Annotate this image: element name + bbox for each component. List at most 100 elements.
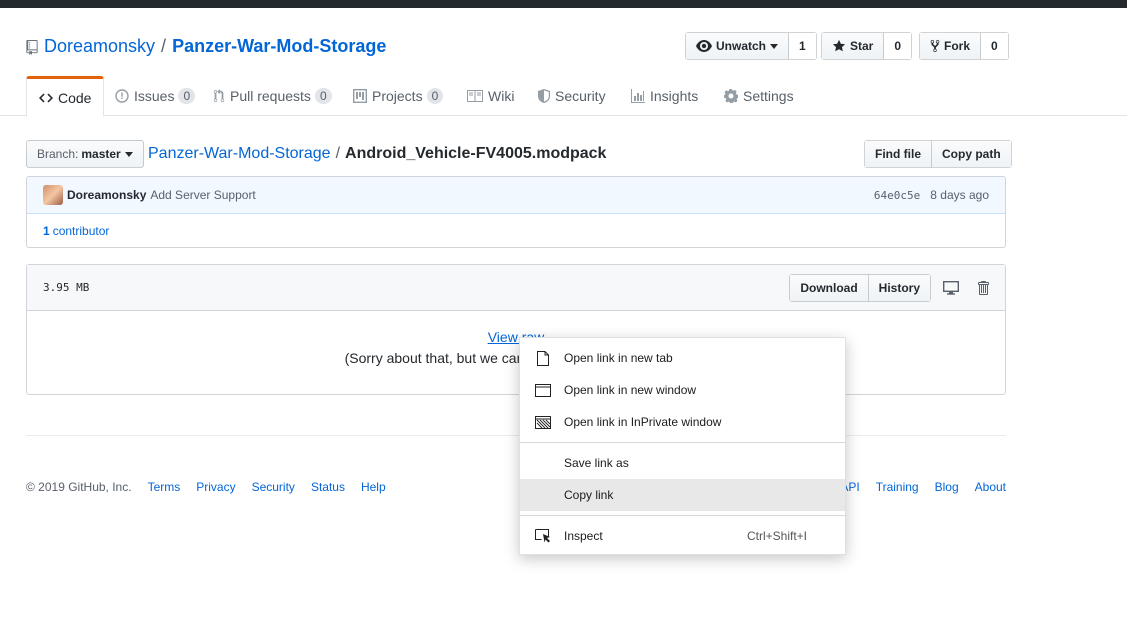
breadcrumb-repo-link[interactable]: Panzer-War-Mod-Storage: [148, 145, 331, 163]
star-icon: [832, 39, 846, 52]
tab-projects[interactable]: Projects 0: [353, 76, 444, 116]
tab-projects-label: Projects: [372, 88, 423, 104]
unwatch-label: Unwatch: [716, 39, 767, 53]
file-nav-actions: Find file Copy path: [864, 140, 1012, 168]
tab-insights[interactable]: Insights: [631, 76, 698, 116]
footer-link-about[interactable]: About: [975, 480, 1006, 494]
fork-group: Fork 0: [919, 32, 1009, 60]
menu-item-save-link-as[interactable]: Save link as: [520, 447, 845, 479]
fork-label: Fork: [944, 39, 971, 53]
menu-item-copy-link[interactable]: Copy link: [520, 479, 845, 511]
binary-file-notice: (Sorry about that, but we can't sho: [27, 350, 1005, 366]
chevron-down-icon: [124, 151, 133, 157]
trash-icon[interactable]: [977, 280, 989, 295]
star-group: Star 0: [821, 32, 913, 60]
tab-settings[interactable]: Settings: [724, 76, 794, 116]
menu-item-label: Copy link: [564, 488, 614, 502]
desktop-icon[interactable]: [943, 280, 959, 295]
commit-age: 8 days ago: [930, 188, 989, 202]
tab-code[interactable]: Code: [26, 76, 105, 117]
inprivate-window-icon: [534, 413, 552, 431]
commit-box: Doreamonsky Add Server Support 64e0c5e 8…: [26, 176, 1006, 248]
menu-item-label: Save link as: [564, 456, 629, 470]
file-box: 3.95 MB Download History View raw (Sorry…: [26, 264, 1006, 395]
tab-settings-label: Settings: [743, 88, 794, 104]
fork-button[interactable]: Fork: [920, 33, 982, 59]
footer-divider: [26, 435, 1006, 436]
branch-value: master: [81, 147, 121, 161]
menu-item-shortcut: Ctrl+Shift+I: [746, 529, 807, 543]
tab-code-label: Code: [58, 89, 92, 106]
find-file-button[interactable]: Find file: [865, 141, 932, 167]
watch-count[interactable]: 1: [789, 33, 816, 59]
star-count[interactable]: 0: [884, 33, 912, 59]
contributors-count: 1: [43, 223, 50, 238]
footer-link-blog[interactable]: Blog: [935, 480, 959, 494]
footer-copyright: © 2019 GitHub, Inc.: [26, 480, 132, 494]
issue-icon: [115, 89, 129, 103]
branch-select-button[interactable]: Branch: master: [26, 140, 144, 168]
book-icon: [467, 90, 483, 102]
footer-link-status[interactable]: Status: [311, 480, 345, 494]
graph-icon: [631, 89, 645, 103]
menu-item-open-new-window[interactable]: Open link in new window: [520, 374, 845, 406]
download-button[interactable]: Download: [790, 274, 869, 301]
shield-icon: [538, 89, 550, 103]
contributors-label: contributor: [52, 223, 110, 238]
footer-link-privacy[interactable]: Privacy: [196, 480, 235, 494]
tab-wiki[interactable]: Wiki: [467, 76, 514, 116]
view-raw-link: View raw: [27, 329, 1005, 345]
menu-item-open-inprivate[interactable]: Open link in InPrivate window: [520, 406, 845, 438]
eye-icon: [696, 40, 712, 52]
project-icon: [353, 89, 367, 103]
footer-link-terms[interactable]: Terms: [148, 480, 181, 494]
code-icon: [39, 92, 53, 104]
tab-projects-count: 0: [426, 88, 444, 104]
unwatch-button[interactable]: Unwatch: [686, 33, 790, 59]
file-header: 3.95 MB Download History: [27, 265, 1005, 311]
repo-icon: [26, 39, 38, 55]
contributors-link[interactable]: 1 contributor: [27, 214, 1005, 247]
chevron-down-icon: [770, 43, 779, 49]
repo-owner-link[interactable]: Doreamonsky: [44, 36, 155, 57]
file-size: 3.95 MB: [43, 281, 90, 294]
watch-group: Unwatch 1: [685, 32, 817, 60]
breadcrumb-separator: /: [335, 145, 341, 162]
tab-wiki-label: Wiki: [488, 88, 515, 104]
branch-label: Branch:: [37, 147, 79, 161]
copy-path-button[interactable]: Copy path: [932, 141, 1011, 167]
tab-security[interactable]: Security: [538, 76, 606, 116]
menu-item-open-new-tab[interactable]: Open link in new tab: [520, 342, 845, 374]
context-menu: Open link in new tab Open link in new wi…: [519, 337, 846, 555]
repo-name-link[interactable]: Panzer-War-Mod-Storage: [172, 36, 386, 57]
breadcrumb: Panzer-War-Mod-Storage / Android_Vehicle…: [148, 143, 606, 165]
repo-nav: Code Issues 0 Pull requests 0 Projects 0…: [0, 76, 1127, 117]
commit-sha[interactable]: 64e0c5e: [874, 189, 920, 202]
footer-link-security[interactable]: Security: [252, 480, 295, 494]
tab-pull-requests-count: 0: [314, 88, 332, 104]
tab-pull-requests-label: Pull requests: [230, 88, 311, 104]
footer-link-help[interactable]: Help: [361, 480, 386, 494]
inspect-icon: [534, 527, 552, 545]
star-button[interactable]: Star: [822, 33, 885, 59]
menu-item-label: Open link in InPrivate window: [564, 415, 722, 429]
menu-separator: [520, 442, 845, 443]
commit-message[interactable]: Add Server Support: [150, 188, 255, 202]
footer-link-training[interactable]: Training: [876, 480, 919, 494]
gear-icon: [724, 89, 738, 103]
avatar[interactable]: [43, 185, 63, 205]
commit-author[interactable]: Doreamonsky: [67, 188, 146, 202]
fork-icon: [930, 39, 940, 53]
star-label: Star: [850, 39, 874, 53]
tab-security-label: Security: [555, 88, 606, 104]
menu-item-label: Open link in new tab: [564, 351, 673, 365]
tab-pull-requests[interactable]: Pull requests 0: [213, 76, 332, 116]
tab-issues-count: 0: [178, 88, 196, 104]
repo-title: Doreamonsky / Panzer-War-Mod-Storage: [26, 34, 386, 58]
commit-tease: Doreamonsky Add Server Support 64e0c5e 8…: [27, 177, 1005, 214]
menu-item-label: Inspect: [564, 529, 603, 543]
history-button[interactable]: History: [868, 274, 930, 301]
fork-count[interactable]: 0: [981, 33, 1008, 59]
tab-issues[interactable]: Issues 0: [115, 76, 196, 116]
menu-item-inspect[interactable]: Inspect Ctrl+Shift+I: [520, 520, 845, 552]
